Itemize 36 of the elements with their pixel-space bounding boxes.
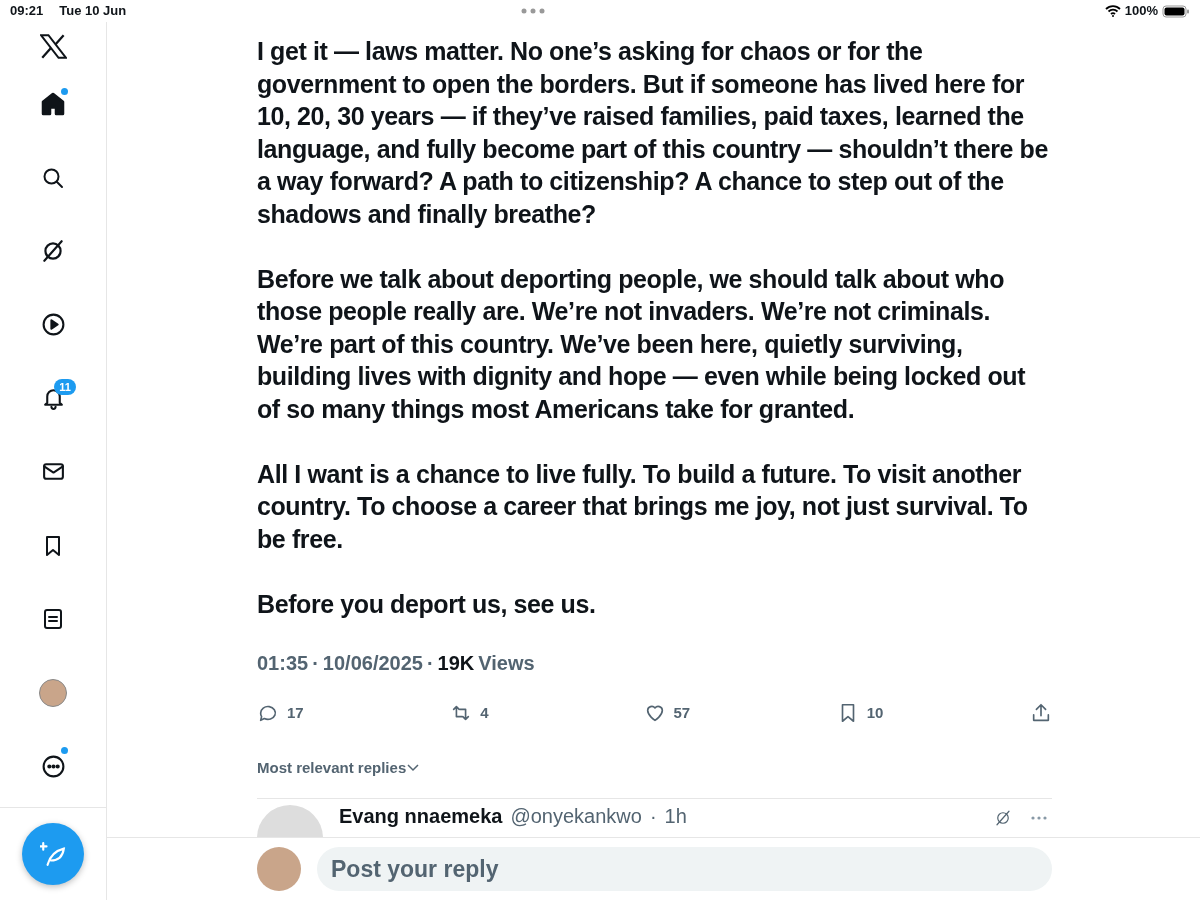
more-options-icon[interactable] (1030, 814, 1048, 821)
chevron-down-icon (406, 763, 421, 774)
slashed-circle-icon[interactable] (994, 808, 1012, 827)
reply-author-name: Evang nnaemeka (339, 804, 503, 828)
wifi-icon (1104, 5, 1121, 17)
post-paragraph: Before you deport us, see us. (257, 588, 597, 620)
post-share-button[interactable] (1030, 701, 1052, 724)
separator-dot: · (426, 650, 434, 676)
post-paragraph: All I want is a chance to live fully. To build a future. To visit another country. To choose a career that brings me joy, not just survival. To be free. (257, 458, 1029, 555)
post-paragraph: I get it — laws matter. No one’s asking for chaos or for the government to open the borders. But if someone has lived here for 10, 20, 30 years — if they’ve raised families, paid taxes, learned the language, and fully become part of this country — shouldn’t there be a way forward? A path to citizenship? A chance to step out of the shadows and finally breathe? (257, 36, 1049, 230)
reply-time: 1h (664, 804, 687, 828)
feather-plus-icon (40, 840, 66, 867)
post-repost-button[interactable]: 4 (450, 701, 644, 724)
reply-input-field[interactable]: Post your reply (317, 847, 1052, 891)
reply-sort-button[interactable]: Most relevant replies (257, 757, 421, 780)
x-logo[interactable] (39, 34, 67, 59)
post-bookmark-button[interactable]: 10 (836, 701, 1030, 724)
status-time: 09:21 (10, 2, 44, 21)
separator-dot: · (649, 804, 657, 828)
separator-dot: · (312, 650, 319, 676)
user-avatar (257, 847, 301, 891)
views-label: Views (478, 650, 535, 676)
status-date: Tue 10 Jun (59, 2, 127, 21)
multitasking-dots-icon (520, 8, 545, 14)
reply-author-handle: @onyekankwo (510, 804, 642, 828)
post-time: 01:35 (257, 650, 309, 676)
battery-percent: 100% (1124, 2, 1158, 21)
post-date: 10/06/2025 (322, 650, 423, 676)
post-like-button[interactable]: 57 (643, 701, 837, 724)
battery-icon (1162, 4, 1190, 18)
share-icon (1030, 701, 1052, 724)
notification-count: 11 (54, 379, 76, 396)
view-count: 19K (437, 650, 475, 676)
post-paragraph: Before we talk about deporting people, we should talk about who those people really are. We’re not invaders. We’re not criminals. We’re part of this country. We’ve been here, quietly surviving, building lives with dignity and hope — even while being locked out of so many things most Americans take for granted. (257, 263, 1027, 425)
compose-button[interactable] (22, 822, 84, 885)
post-reply-button[interactable]: 17 (257, 701, 451, 724)
